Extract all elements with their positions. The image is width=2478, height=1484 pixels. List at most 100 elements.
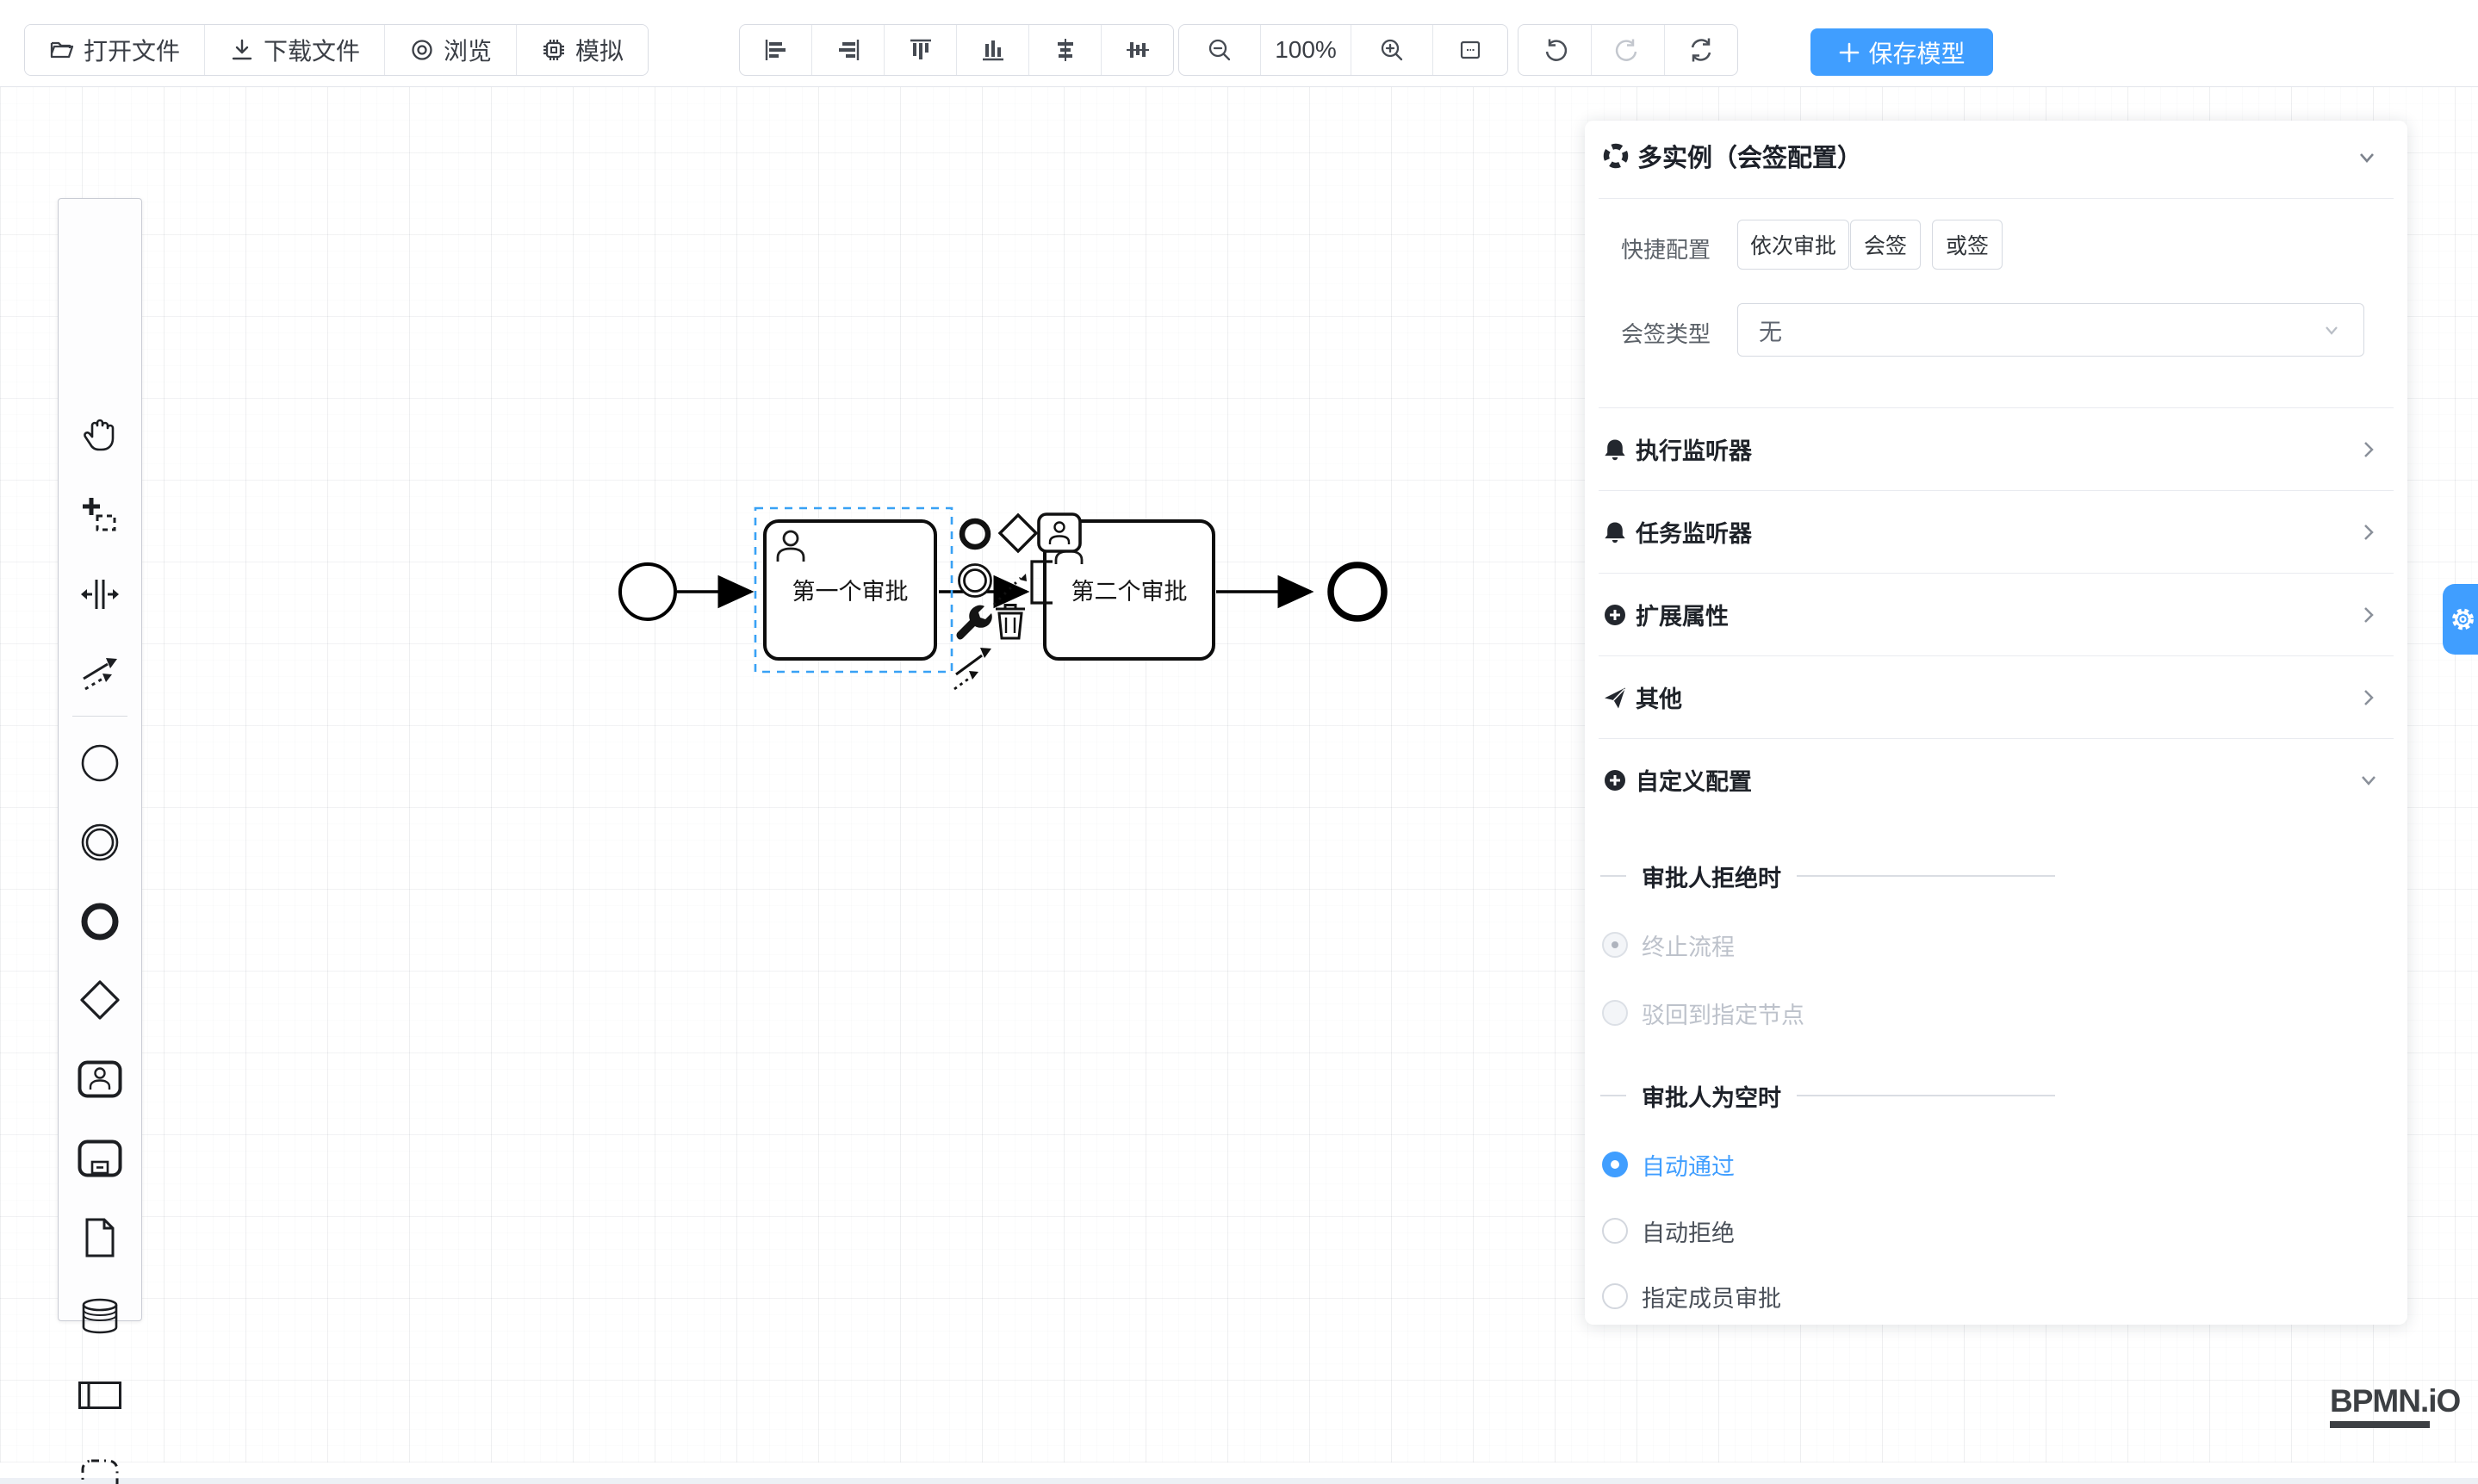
radio-label: 自动通过	[1642, 1148, 1735, 1182]
append-gateway-icon[interactable]	[1000, 515, 1036, 551]
align-button-group	[739, 24, 1174, 76]
hand-tool[interactable]	[74, 409, 126, 459]
section-custom-config[interactable]: 自定义配置	[1599, 738, 2394, 821]
radio-icon	[1602, 1152, 1628, 1177]
radio-icon	[1602, 1283, 1628, 1309]
sign-type-value: 无	[1759, 314, 1782, 347]
section-execution-listener[interactable]: 执行监听器	[1599, 407, 2394, 490]
radio-auto-reject[interactable]: 自动拒绝	[1602, 1218, 1735, 1244]
group-title: 审批人拒绝时	[1642, 860, 1781, 893]
zoom-out-icon	[1206, 36, 1233, 64]
panel-header[interactable]: 多实例（会签配置）	[1602, 138, 1862, 174]
quick-config-sequential-button[interactable]: 依次审批	[1737, 220, 1849, 270]
sign-type-label: 会签类型	[1621, 317, 1711, 349]
align-top-button[interactable]	[885, 25, 957, 75]
create-gateway[interactable]	[74, 975, 126, 1025]
space-tool[interactable]	[74, 569, 126, 619]
section-task-listener[interactable]: 任务监听器	[1599, 490, 2394, 573]
global-connect-tool[interactable]	[74, 648, 126, 698]
create-data-object[interactable]	[74, 1213, 126, 1263]
reset-viewport-icon	[1457, 37, 1483, 63]
wrench-icon[interactable]	[957, 605, 992, 640]
create-user-task[interactable]	[74, 1054, 126, 1104]
align-bottom-button[interactable]	[957, 25, 1029, 75]
create-participant-pool[interactable]	[74, 1370, 126, 1420]
element-palette	[58, 198, 142, 1321]
quick-config-countersign-button[interactable]: 会签	[1850, 220, 1921, 270]
settings-drawer-tab[interactable]	[2443, 584, 2478, 655]
radio-icon	[1602, 1218, 1628, 1244]
history-button-group	[1518, 24, 1738, 76]
task-label: 第二个审批	[1071, 579, 1188, 605]
create-end-event[interactable]	[74, 897, 126, 947]
align-bottom-icon	[980, 37, 1006, 63]
radio-assign-member[interactable]: 指定成员审批	[1602, 1283, 1781, 1309]
zoom-in-button[interactable]	[1351, 25, 1433, 75]
open-file-button[interactable]: 打开文件	[25, 25, 205, 75]
connect-icon[interactable]	[954, 648, 991, 689]
create-intermediate-event[interactable]	[74, 817, 126, 867]
preview-label: 浏览	[444, 33, 492, 67]
create-group[interactable]	[74, 1451, 126, 1484]
zoom-out-button[interactable]	[1179, 25, 1261, 75]
append-intermediate-event-icon[interactable]	[960, 565, 991, 597]
radio-reject-to-node[interactable]: 驳回到指定节点	[1602, 1000, 1804, 1026]
hand-tool-icon	[80, 414, 120, 454]
folder-open-icon	[49, 37, 75, 63]
quick-config-label: 快捷配置	[1621, 233, 1711, 264]
align-center-vertical-button[interactable]	[1102, 25, 1173, 75]
create-start-event[interactable]	[74, 738, 126, 788]
top-toolbar: 打开文件 下载文件 浏览 模拟	[0, 0, 2478, 87]
create-sub-process[interactable]	[74, 1133, 126, 1183]
user-task-node-1[interactable]: 第一个审批	[765, 521, 935, 659]
redo-button[interactable]	[1592, 25, 1665, 75]
align-center-horizontal-button[interactable]	[1029, 25, 1102, 75]
section-extended-properties[interactable]: 扩展属性	[1599, 573, 2394, 655]
space-tool-icon	[80, 574, 120, 614]
radio-auto-pass[interactable]: 自动通过	[1602, 1152, 1735, 1177]
redo-icon	[1614, 36, 1642, 64]
chevron-down-icon	[2320, 319, 2343, 341]
data-store-icon	[79, 1297, 121, 1335]
zoom-button-group: 100%	[1178, 24, 1508, 76]
create-data-store[interactable]	[74, 1291, 126, 1341]
properties-panel: 多实例（会签配置） 快捷配置 依次审批 会签 或签 会签类型 无 执行监听器 任…	[1585, 121, 2407, 1325]
append-end-event-icon[interactable]	[962, 521, 988, 547]
section-label: 任务监听器	[1636, 515, 1752, 549]
append-user-task-icon[interactable]	[1039, 514, 1080, 551]
radio-icon	[1602, 932, 1628, 958]
chevron-down-icon	[2356, 767, 2382, 793]
task-label: 第一个审批	[792, 579, 909, 605]
save-model-button[interactable]: 保存模型	[1810, 28, 1993, 76]
reset-viewport-button[interactable]	[1433, 25, 1507, 75]
align-left-button[interactable]	[740, 25, 812, 75]
undo-button[interactable]	[1518, 25, 1592, 75]
align-right-button[interactable]	[812, 25, 885, 75]
trash-icon[interactable]	[996, 605, 1025, 639]
lasso-tool[interactable]	[74, 490, 126, 540]
sign-type-select[interactable]: 无	[1737, 303, 2364, 357]
panel-title: 多实例（会签配置）	[1637, 138, 1862, 174]
restart-icon	[1687, 36, 1715, 64]
section-label: 自定义配置	[1636, 763, 1752, 797]
plus-icon	[1838, 41, 1860, 64]
end-event-node[interactable]	[1331, 565, 1384, 618]
gear-icon	[2448, 603, 2478, 636]
lasso-tool-icon	[80, 495, 120, 535]
radio-terminate-process[interactable]: 终止流程	[1602, 932, 1735, 958]
align-top-icon	[908, 37, 934, 63]
sub-process-icon	[78, 1139, 122, 1177]
end-event-icon	[79, 901, 121, 942]
group-icon	[79, 1457, 121, 1484]
start-event-node[interactable]	[620, 564, 675, 619]
download-icon	[229, 37, 255, 63]
download-file-button[interactable]: 下载文件	[205, 25, 385, 75]
chevron-down-icon[interactable]	[2354, 145, 2380, 171]
simulate-button[interactable]: 模拟	[517, 25, 648, 75]
restart-button[interactable]	[1665, 25, 1737, 75]
preview-button[interactable]: 浏览	[385, 25, 517, 75]
section-other[interactable]: 其他	[1599, 655, 2394, 738]
radio-label: 驳回到指定节点	[1642, 997, 1804, 1030]
quick-config-orsign-button[interactable]: 或签	[1932, 220, 2003, 270]
simulate-label: 模拟	[575, 33, 624, 67]
